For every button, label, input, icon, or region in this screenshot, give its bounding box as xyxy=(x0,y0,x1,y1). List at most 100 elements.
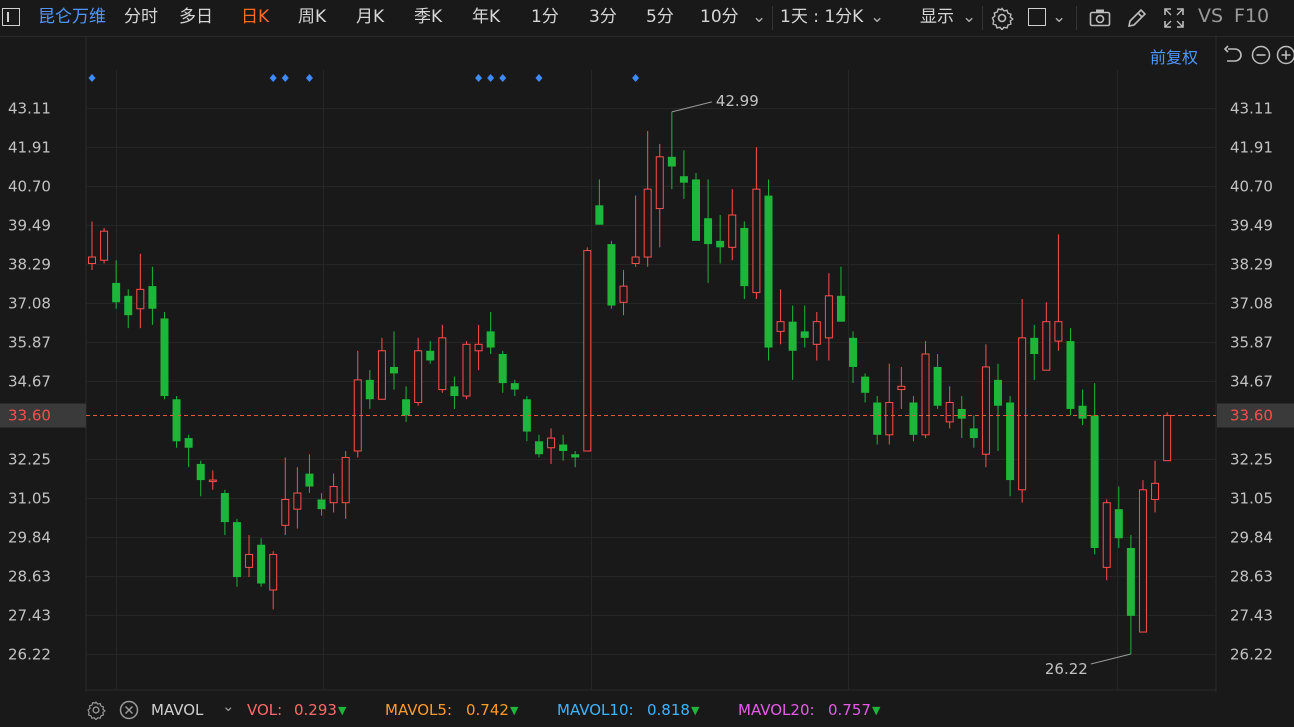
layout-chevron-icon[interactable]: ⌄ xyxy=(1052,6,1066,28)
max-annotation-line xyxy=(671,101,712,113)
range-chevron-icon[interactable]: ⌄ xyxy=(870,6,884,28)
candle-body-up xyxy=(353,379,362,452)
event-marker-icon xyxy=(88,74,96,82)
vs-compare-button[interactable]: VS xyxy=(1198,5,1223,27)
pencil-icon[interactable] xyxy=(1125,6,1149,30)
candle-body-up xyxy=(341,456,350,504)
candle-body-down xyxy=(909,402,918,435)
zoom-in-icon[interactable] xyxy=(1275,44,1294,66)
candlestick-chart[interactable]: 43.11 43.11 41.91 41.91 40.70 40.70 39.49 39.49… xyxy=(0,0,1294,727)
tab-period-10[interactable]: 10分 xyxy=(700,6,739,28)
candle-body-up xyxy=(752,188,761,294)
toolbar-divider xyxy=(982,6,983,30)
y-tick-label-right: 34.67 xyxy=(1230,373,1273,391)
candle-body-down xyxy=(559,444,568,451)
mavol10-label: MAVOL10: xyxy=(557,701,634,719)
tab-period-2[interactable]: 日K xyxy=(241,6,269,28)
current-price-label-right: 33.60 xyxy=(1230,407,1273,425)
adjust-mode-label[interactable]: 前复权 xyxy=(1150,44,1198,68)
stock-title[interactable]: 昆仑万维 xyxy=(38,6,106,28)
fullscreen-icon[interactable] xyxy=(1162,6,1186,30)
candle-body-up xyxy=(547,437,556,449)
y-tick-label-left: 38.29 xyxy=(8,256,51,274)
candle-body-down xyxy=(232,522,241,578)
candle-body-down xyxy=(220,493,229,523)
candle-body-down xyxy=(196,463,205,481)
y-tick-label-right: 29.84 xyxy=(1230,529,1273,547)
candle-body-down xyxy=(800,331,809,338)
camera-icon[interactable] xyxy=(1088,6,1112,30)
candle-body-up xyxy=(981,366,990,455)
current-price-tag-left xyxy=(0,403,86,428)
y-tick-label-left: 34.67 xyxy=(8,373,51,391)
top-toolbar: 昆仑万维 分时 多日 日K 周K 月K 季K 年K 1分 3分 5分 10分 ⌄… xyxy=(0,0,1294,37)
indicator-close-icon[interactable] xyxy=(119,700,139,720)
indicator-name[interactable]: MAVOL xyxy=(151,701,203,719)
candle-body-up xyxy=(885,401,894,436)
tab-period-1[interactable]: 多日 xyxy=(179,6,213,28)
candle-body-down xyxy=(426,350,435,361)
indicator-settings-gear-icon[interactable] xyxy=(86,700,106,720)
undo-icon[interactable] xyxy=(1222,44,1244,66)
event-marker-icon xyxy=(535,74,543,82)
mavol5-down-arrow-icon: ▼ xyxy=(510,704,519,717)
tab-period-0[interactable]: 分时 xyxy=(124,6,158,28)
tab-period-9[interactable]: 5分 xyxy=(646,6,674,28)
candle-body-down xyxy=(365,379,374,400)
candle-body-up xyxy=(88,256,96,264)
candle-body-up xyxy=(776,321,785,332)
event-marker-icon xyxy=(499,74,507,82)
period-dropdown-chevron-icon[interactable]: ⌄ xyxy=(752,6,766,28)
indicator-chevron-icon[interactable]: ⌄ xyxy=(222,697,235,715)
candle-body-up xyxy=(583,250,592,452)
current-price-label-left: 33.60 xyxy=(8,407,51,425)
candle-body-up xyxy=(474,343,483,352)
mavol10-down-arrow-icon: ▼ xyxy=(691,704,700,717)
tab-period-7[interactable]: 1分 xyxy=(531,6,559,28)
display-chevron-icon[interactable]: ⌄ xyxy=(962,6,976,28)
candle-body-up xyxy=(438,337,447,391)
event-marker-icon xyxy=(487,74,495,82)
mavol20-value: 0.757 xyxy=(828,701,871,719)
candle-body-down xyxy=(667,156,676,167)
vol-value: 0.293 xyxy=(294,701,337,719)
y-tick-label-right: 32.25 xyxy=(1230,451,1273,469)
y-tick-label-left: 35.87 xyxy=(8,334,51,352)
candle-body-up xyxy=(824,295,833,339)
y-tick-label-right: 43.11 xyxy=(1230,100,1273,118)
candle-body-down xyxy=(704,218,713,245)
candle-body-up xyxy=(897,385,906,391)
candle-body-up xyxy=(1042,321,1051,371)
candle-body-down xyxy=(849,337,858,367)
candle-body-down xyxy=(1030,337,1039,355)
candle-body-up xyxy=(377,350,386,400)
sidebar-toggle-icon[interactable] xyxy=(2,8,20,26)
candle-body-up xyxy=(1163,414,1172,462)
mavol5-value: 0.742 xyxy=(466,701,509,719)
candle-body-down xyxy=(510,383,519,390)
candle-body-down xyxy=(764,195,773,348)
y-tick-label-left: 31.05 xyxy=(8,490,51,508)
tab-period-8[interactable]: 3分 xyxy=(589,6,617,28)
event-marker-icon xyxy=(281,74,289,82)
layout-square-icon[interactable] xyxy=(1028,8,1046,26)
candle-body-down xyxy=(873,402,882,435)
candle-body-down xyxy=(257,544,266,584)
candle-body-up xyxy=(293,492,302,510)
tab-period-5[interactable]: 季K xyxy=(414,6,442,28)
candle-body-down xyxy=(172,399,181,442)
tab-period-4[interactable]: 月K xyxy=(356,6,384,28)
candle-body-down xyxy=(160,318,169,397)
f10-button[interactable]: F10 xyxy=(1234,5,1269,27)
toolbar-divider xyxy=(1076,6,1077,30)
settings-gear-icon[interactable] xyxy=(990,6,1014,30)
tab-period-6[interactable]: 年K xyxy=(472,6,500,28)
display-menu[interactable]: 显示 xyxy=(920,6,954,28)
tab-period-3[interactable]: 周K xyxy=(298,6,326,28)
range-select[interactable]: 1天 : 1分K xyxy=(780,6,863,28)
candle-body-down xyxy=(124,295,133,316)
candle-body-up xyxy=(208,479,217,483)
zoom-out-icon[interactable] xyxy=(1250,44,1272,66)
candle-body-down xyxy=(994,379,1002,406)
candle-body-down xyxy=(1090,415,1099,548)
